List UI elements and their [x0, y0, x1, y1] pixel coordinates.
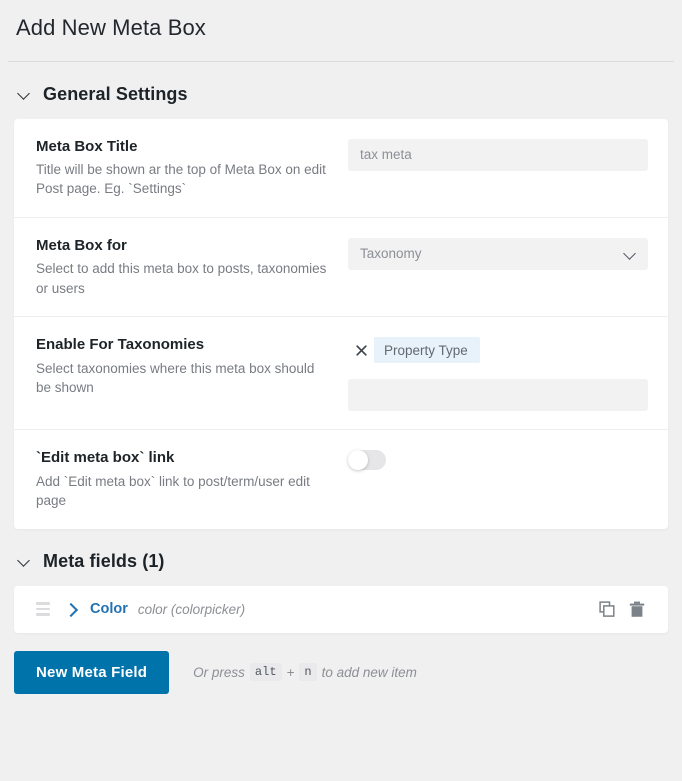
taxonomy-chip: Property Type	[348, 337, 480, 364]
field-row-meta-box-title: Meta Box Title Title will be shown ar th…	[14, 119, 668, 218]
field-label: Enable For Taxonomies	[36, 336, 205, 354]
chevron-down-icon	[18, 87, 32, 101]
edit-meta-box-link-toggle[interactable]	[348, 450, 386, 471]
general-settings-title: General Settings	[43, 83, 188, 104]
field-left: Enable For Taxonomies Select taxonomies …	[36, 335, 348, 397]
meta-fields-section-header[interactable]: Meta fields (1)	[0, 529, 682, 572]
field-left: `Edit meta box` link Add `Edit meta box`…	[36, 448, 348, 510]
page-title: Add New Meta Box	[16, 15, 206, 40]
field-right: Taxonomy	[348, 236, 648, 270]
meta-box-for-select[interactable]: Taxonomy	[348, 237, 648, 270]
field-left: Meta Box for Select to add this meta box…	[36, 236, 348, 298]
kbd-n: n	[299, 663, 317, 682]
toggle-knob	[348, 450, 368, 471]
close-icon[interactable]	[348, 337, 374, 364]
copy-icon[interactable]	[594, 596, 620, 622]
field-row-enable-for-taxonomies: Enable For Taxonomies Select taxonomies …	[14, 317, 668, 431]
field-description: Title will be shown ar the top of Meta B…	[36, 161, 326, 197]
meta-box-for-select-wrapper: Taxonomy	[348, 237, 648, 270]
keyboard-shortcut-hint: Or press alt + n to add new item	[193, 663, 417, 682]
page-root: Add New Meta Box General Settings Meta B…	[0, 0, 682, 781]
meta-fields-title: Meta fields (1)	[43, 550, 165, 571]
meta-field-name[interactable]: Color	[90, 601, 128, 617]
general-settings-section-header[interactable]: General Settings	[0, 62, 682, 105]
field-left: Meta Box Title Title will be shown ar th…	[36, 137, 348, 199]
new-meta-field-button[interactable]: New Meta Field	[14, 650, 170, 694]
field-description: Select taxonomies where this meta box sh…	[36, 360, 315, 396]
drag-handle-icon[interactable]	[36, 602, 50, 616]
chevron-right-icon[interactable]	[64, 603, 77, 616]
meta-fields-card: Color color (colorpicker)	[14, 585, 668, 633]
hint-suffix: to add new item	[321, 664, 417, 680]
field-row-edit-meta-box-link: `Edit meta box` link Add `Edit meta box`…	[14, 430, 668, 528]
meta-fields-footer: New Meta Field Or press alt + n to add n…	[0, 633, 682, 694]
field-right	[348, 137, 648, 171]
meta-field-type: color (colorpicker)	[137, 601, 246, 617]
general-settings-card: Meta Box Title Title will be shown ar th…	[14, 118, 668, 529]
hint-plus: +	[286, 664, 295, 680]
taxonomy-chip-list: Property Type	[348, 337, 648, 364]
taxonomy-chip-label: Property Type	[384, 342, 468, 358]
meta-box-title-input[interactable]	[348, 138, 648, 171]
kbd-alt: alt	[249, 663, 282, 682]
hint-prefix: Or press	[193, 664, 245, 680]
field-right	[348, 448, 646, 471]
field-description: Select to add this meta box to posts, ta…	[36, 261, 327, 296]
field-label: Meta Box for	[36, 236, 127, 254]
field-label: Meta Box Title	[36, 137, 138, 155]
field-label: `Edit meta box` link	[36, 449, 175, 467]
taxonomy-search-input[interactable]	[348, 379, 648, 412]
chevron-down-icon	[18, 554, 32, 568]
field-description: Add `Edit meta box` link to post/term/us…	[36, 473, 310, 509]
field-right: Property Type	[348, 335, 648, 412]
trash-icon[interactable]	[624, 596, 650, 622]
meta-field-list-item[interactable]: Color color (colorpicker)	[14, 586, 668, 633]
field-row-meta-box-for: Meta Box for Select to add this meta box…	[14, 218, 668, 318]
